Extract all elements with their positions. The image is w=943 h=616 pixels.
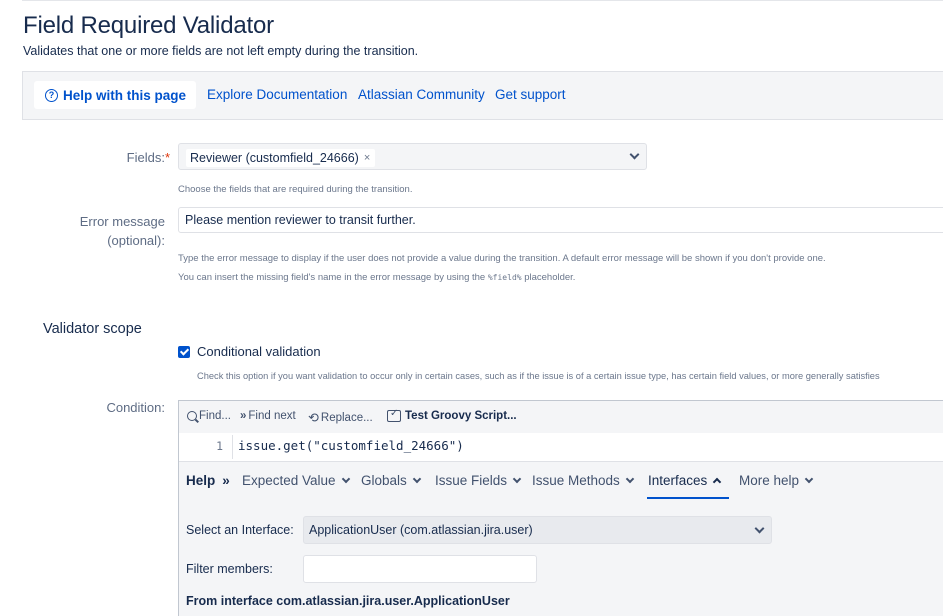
help-bar: ? Help with this page Explore Documentat… — [22, 71, 943, 120]
double-chevron-right-icon: » — [222, 473, 230, 488]
find-button[interactable]: Find... — [187, 410, 231, 422]
field-chip-reviewer: Reviewer (customfield_24666) × — [186, 149, 376, 167]
tab-expected-value[interactable]: Expected Value — [242, 473, 350, 488]
fields-hint: Choose the fields that are required duri… — [178, 184, 413, 195]
error-message-hint: Type the error message to display if the… — [178, 253, 826, 264]
field-placeholder-code: %field% — [487, 273, 522, 282]
chevron-up-icon — [713, 477, 722, 487]
conditional-validation-label[interactable]: Conditional validation — [197, 344, 321, 359]
atlassian-community-link[interactable]: Atlassian Community — [358, 87, 485, 102]
help-tabs-bar: Help » Expected Value Globals Issue Fiel… — [179, 461, 943, 501]
editor-toolbar: Find... » Find next ⟲ Replace... Test Gr… — [179, 401, 943, 433]
interface-panel: Select an Interface: ApplicationUser (co… — [179, 501, 943, 616]
question-circle-icon: ? — [45, 88, 58, 102]
chevron-down-icon — [412, 474, 422, 483]
chevron-down-icon — [625, 474, 635, 483]
error-message-input[interactable]: Please mention reviewer to transit furth… — [178, 207, 943, 233]
field-chip-label: Reviewer (customfield_24666) — [190, 151, 359, 165]
error-message-placeholder-hint: You can insert the missing field's name … — [178, 272, 576, 283]
find-next-button[interactable]: » Find next — [240, 410, 296, 422]
active-tab-indicator — [647, 497, 729, 499]
test-script-icon — [387, 408, 401, 422]
fields-label: Fields:* — [126, 150, 170, 165]
tab-more-help[interactable]: More help — [739, 473, 814, 488]
fields-select[interactable]: Reviewer (customfield_24666) × — [178, 143, 647, 170]
help-tab-heading: Help » — [186, 473, 230, 488]
help-with-page-button[interactable]: ? Help with this page — [34, 81, 197, 109]
validator-scope-title: Validator scope — [43, 321, 142, 337]
tab-globals[interactable]: Globals — [361, 473, 422, 488]
page-title: Field Required Validator — [23, 12, 274, 39]
page-description: Validates that one or more fields are no… — [23, 44, 419, 58]
top-divider — [22, 0, 943, 1]
interface-select[interactable]: ApplicationUser (com.atlassian.jira.user… — [303, 516, 772, 544]
code-line[interactable]: 1 issue.get("customfield_24666") — [179, 433, 943, 461]
double-chevron-right-icon: » — [240, 410, 247, 422]
filter-members-input[interactable] — [303, 555, 537, 583]
search-icon — [187, 411, 197, 421]
filter-members-label: Filter members: — [186, 562, 273, 576]
conditional-validation-hint: Check this option if you want validation… — [197, 371, 880, 381]
chevron-down-icon — [804, 474, 814, 483]
replace-icon: ⟲ — [308, 410, 319, 425]
interface-source-text: From interface com.atlassian.jira.user.A… — [186, 594, 510, 608]
chevron-down-icon[interactable] — [754, 523, 765, 534]
gutter-divider — [232, 435, 233, 459]
chevron-down-icon — [341, 474, 350, 483]
condition-editor: Find... » Find next ⟲ Replace... Test Gr… — [178, 400, 943, 616]
test-groovy-script-button[interactable]: Test Groovy Script... — [387, 408, 517, 422]
conditional-validation-checkbox[interactable] — [178, 346, 190, 358]
tab-issue-methods[interactable]: Issue Methods — [532, 473, 635, 488]
explore-documentation-link[interactable]: Explore Documentation — [207, 87, 347, 102]
code-text[interactable]: issue.get("customfield_24666") — [238, 438, 464, 453]
chevron-down-icon — [512, 474, 522, 483]
get-support-link[interactable]: Get support — [495, 87, 566, 102]
chip-remove-icon[interactable]: × — [364, 152, 370, 164]
tab-interfaces[interactable]: Interfaces — [648, 473, 722, 488]
required-asterisk: * — [164, 150, 170, 165]
error-message-label: Error message (optional): — [79, 214, 165, 248]
chevron-down-icon[interactable] — [629, 149, 640, 160]
help-with-page-label: Help with this page — [63, 87, 187, 103]
replace-button[interactable]: ⟲ Replace... — [308, 410, 373, 426]
line-number: 1 — [216, 439, 223, 453]
condition-label: Condition: — [106, 400, 165, 415]
tab-issue-fields[interactable]: Issue Fields — [435, 473, 522, 488]
select-interface-label: Select an Interface: — [186, 523, 294, 537]
